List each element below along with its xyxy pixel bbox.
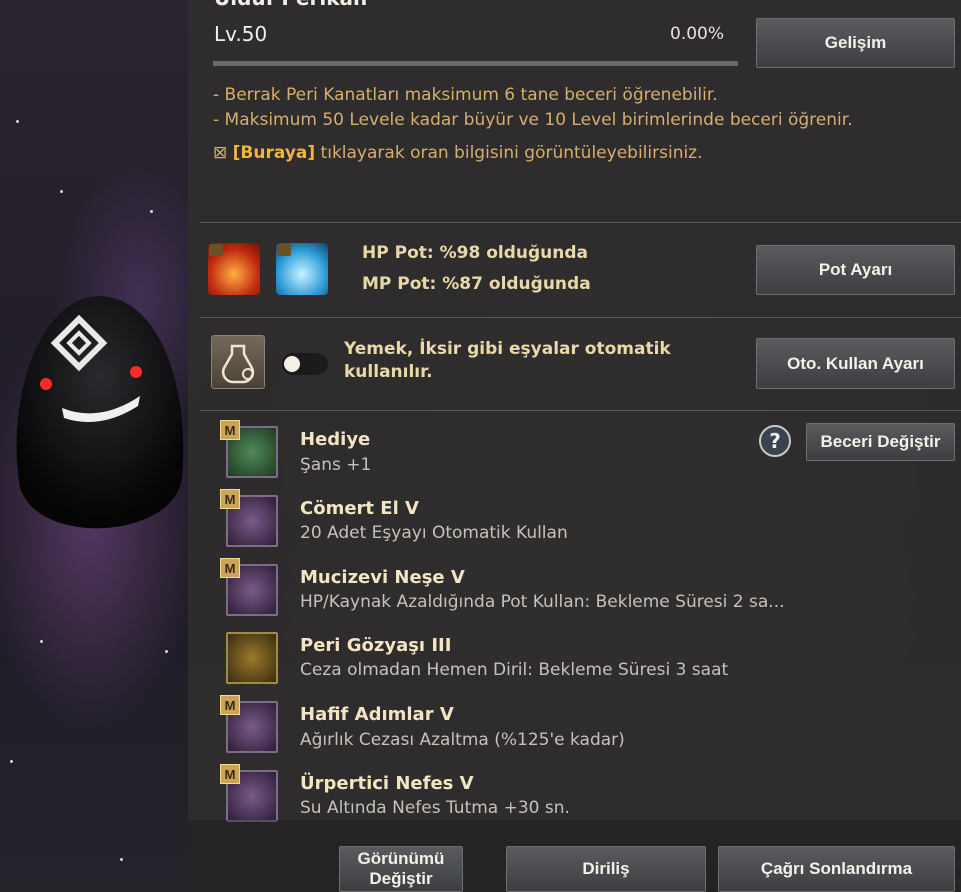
note-line-2: - Maksimum 50 Levele kadar büyür ve 10 L… (213, 110, 853, 130)
note-line-1: - Berrak Peri Kanatları maksimum 6 tane … (213, 85, 718, 105)
rate-info-suffix: tıklayarak oran bilgisini görüntüleyebil… (315, 143, 703, 163)
auto-use-text-line-1: Yemek, İksir gibi eşyalar otomatik (344, 339, 671, 359)
revive-button[interactable]: Diriliş (506, 846, 706, 892)
auto-use-flask-icon (211, 335, 265, 389)
auto-use-toggle[interactable] (282, 353, 328, 375)
mastery-badge: M (220, 420, 240, 440)
mastery-badge: M (220, 764, 240, 784)
skill-description: Şans +1 (300, 455, 372, 475)
note-checkbox-glyph: ⊠ (213, 143, 228, 163)
mp-potion-icon[interactable] (276, 243, 328, 295)
auto-use-description: Yemek, İksir gibi eşyalar otomatik kulla… (344, 338, 744, 384)
skill-description: Ceza olmadan Hemen Diril: Bekleme Süresi… (300, 660, 729, 680)
pot-settings-button[interactable]: Pot Ayarı (756, 245, 955, 295)
skill-name: Peri Gözyaşı III (300, 635, 452, 656)
skill-name: Mucizevi Neşe V (300, 567, 465, 588)
divider (200, 222, 961, 223)
toggle-knob (284, 356, 300, 372)
auto-use-settings-button[interactable]: Oto. Kullan Ayarı (756, 338, 955, 389)
change-appearance-line-1: Görünümü (357, 849, 445, 868)
upgrade-button[interactable]: Gelişim (756, 18, 955, 68)
skill-name: Cömert El V (300, 498, 419, 519)
slot-mini-badge (209, 244, 223, 256)
progress-percent: 0.00% (670, 24, 725, 44)
pet-name-title: Ulduf Perikan (214, 0, 367, 10)
mastery-badge: M (220, 489, 240, 509)
end-summon-button[interactable]: Çağrı Sonlandırma (718, 846, 955, 892)
spirit-creature-image (16, 296, 184, 529)
skill-name: Ürpertici Nefes V (300, 773, 474, 794)
mp-pot-threshold: MP Pot: %87 olduğunda (362, 274, 591, 294)
change-skill-button[interactable]: Beceri Değiştir (806, 423, 955, 461)
skill-description: Su Altında Nefes Tutma +30 sn. (300, 798, 570, 818)
divider (200, 410, 961, 411)
slot-mini-badge (277, 244, 291, 256)
skill-description: HP/Kaynak Azaldığında Pot Kullan: Beklem… (300, 592, 785, 612)
auto-use-text-line-2: kullanılır. (344, 362, 433, 382)
skill-name: Hediye (300, 429, 371, 450)
help-icon[interactable]: ? (759, 425, 791, 457)
mastery-badge: M (220, 558, 240, 578)
hp-pot-threshold: HP Pot: %98 olduğunda (362, 243, 588, 263)
divider (200, 317, 961, 318)
rate-info-link[interactable]: [Buraya] (233, 143, 316, 163)
experience-bar (213, 61, 738, 66)
tear-flask-icon[interactable] (226, 632, 278, 684)
skill-description: 20 Adet Eşyayı Otomatik Kullan (300, 523, 568, 543)
change-appearance-line-2: Değiştir (369, 869, 433, 888)
rate-info-note: ⊠ [Buraya] tıklayarak oran bilgisini gör… (213, 143, 703, 163)
skill-description: Ağırlık Cezası Azaltma (%125'e kadar) (300, 730, 625, 750)
pet-level: Lv.50 (214, 22, 268, 46)
skill-name: Hafif Adımlar V (300, 704, 454, 725)
change-appearance-button[interactable]: Görünümü Değiştir (339, 846, 463, 892)
hp-potion-icon[interactable] (208, 243, 260, 295)
mastery-badge: M (220, 695, 240, 715)
